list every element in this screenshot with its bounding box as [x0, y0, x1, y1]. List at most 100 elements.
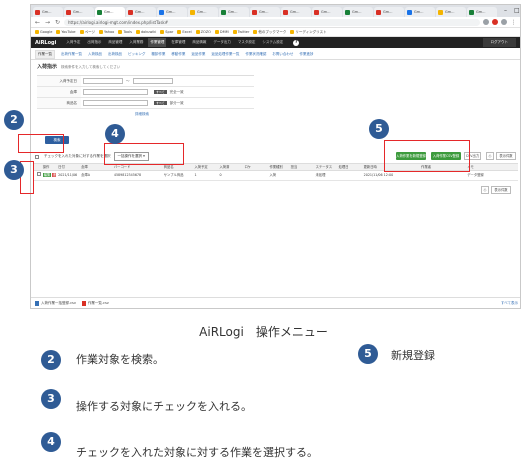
bookmark-item[interactable]: DMM [214, 30, 229, 34]
column-header[interactable]: 入荷済 [217, 164, 242, 170]
browser-tab[interactable]: Gm... [250, 7, 280, 17]
browser-tab[interactable]: Gm... [467, 7, 497, 17]
date-to-input[interactable] [132, 78, 173, 84]
match-tag[interactable]: すべて [154, 101, 167, 105]
maximize-icon[interactable]: □ [514, 7, 520, 14]
browser-tab[interactable]: Gm... [188, 7, 218, 17]
sub-tab[interactable]: 返品処理作業一覧 [211, 52, 239, 57]
edit-button[interactable]: 編集 [42, 173, 52, 177]
nav-menu-item[interactable]: 商品管理 [106, 38, 124, 47]
sub-tab[interactable]: 作業進捗 [299, 52, 313, 57]
sub-tab[interactable]: 作業状況確認 [245, 52, 266, 57]
nav-menu-item[interactable]: 商品情報 [190, 38, 208, 47]
bookmark-item[interactable]: Google [35, 30, 52, 34]
browser-tab[interactable]: Gm... [33, 7, 63, 17]
minimize-icon[interactable]: – [504, 7, 507, 14]
download-name: 作業一覧.csv [87, 301, 109, 305]
bookmark-label: Yahoo [104, 30, 115, 34]
user-menu[interactable]: ログアウト [482, 38, 516, 47]
bookmark-item[interactable]: YouTube [56, 30, 76, 34]
column-header[interactable]: 処理日 [337, 164, 362, 170]
browser-tab[interactable]: Gm... [405, 7, 435, 17]
tab-title: Gm... [290, 10, 300, 14]
print-icon[interactable]: ⎙ [486, 152, 494, 160]
match-mode: 完全一致 [169, 89, 184, 94]
tab-title: Gm... [352, 10, 362, 14]
download-item[interactable]: 入荷作業一括登録.csv [35, 301, 76, 306]
column-header[interactable]: 担当 [289, 164, 314, 170]
browser-tab[interactable]: Gm... [374, 7, 404, 17]
bookmark-item[interactable]: dokuwiki [135, 30, 156, 34]
table-row[interactable]: 編集削除2021/11/06倉庫A 4589812345678 サンプル商品 1 0 入荷… [33, 171, 518, 181]
download-item[interactable]: 作業一覧.csv [81, 301, 109, 306]
app-logo[interactable]: AiRLogi [35, 40, 56, 46]
bookmark-item[interactable]: リーディングリスト [290, 30, 327, 35]
browser-tab[interactable]: Gm... [312, 7, 342, 17]
sub-tab[interactable]: お問い合わせ [272, 52, 293, 57]
column-header[interactable]: 日付 [56, 164, 79, 170]
per-page-select[interactable]: 表示件数 [496, 152, 516, 160]
warehouse-input[interactable] [83, 89, 148, 95]
bookmark-item[interactable]: ページ [79, 30, 95, 35]
nav-menu-item[interactable]: 入荷予定 [64, 38, 82, 47]
bookmark-item[interactable]: Yahoo [99, 30, 114, 34]
per-page-select[interactable]: 表示件数 [491, 186, 511, 194]
sub-tab[interactable]: 作業一覧 [35, 50, 55, 59]
print-icon[interactable]: ⎙ [481, 186, 489, 194]
column-header[interactable]: 入荷予定 [192, 164, 217, 170]
nav-menu-item[interactable]: 在庫管理 [169, 38, 187, 47]
show-all-downloads-link[interactable]: すべて表示 [501, 301, 518, 306]
bookmark-item[interactable]: 他のブックマーク [253, 30, 286, 35]
profile-avatar[interactable] [501, 19, 507, 25]
select-all-checkbox[interactable] [35, 154, 39, 159]
browser-tab[interactable]: Gm... [64, 7, 94, 17]
sub-tab[interactable]: ピッキング [128, 52, 145, 57]
extension-icon[interactable] [483, 19, 489, 25]
sub-tab[interactable]: 入荷検品 [88, 52, 102, 57]
bookmark-item[interactable]: Spar [160, 30, 173, 34]
column-header[interactable]: ステータス [314, 164, 337, 170]
browser-tab[interactable]: Gm... [436, 7, 466, 17]
bookmark-item[interactable]: Excel [177, 30, 192, 34]
sub-tab[interactable]: 棚卸作業 [151, 52, 165, 57]
extension-icon[interactable] [492, 19, 498, 25]
tab-favicon-icon [252, 9, 257, 15]
nav-menu-item[interactable]: 入荷業務 [127, 38, 145, 47]
reload-icon[interactable]: ↻ [54, 19, 61, 26]
legend-marker-4: 4 [41, 432, 61, 452]
product-input[interactable] [83, 100, 148, 106]
column-header[interactable]: メモ [465, 164, 518, 170]
nav-menu-item[interactable]: マスタ設定 [236, 38, 258, 47]
column-header[interactable]: ロケ [242, 164, 267, 170]
advanced-search-link[interactable]: 詳細検索 [135, 112, 149, 117]
browser-tab[interactable]: Gm... [95, 7, 125, 17]
browser-tab[interactable]: Gm... [126, 7, 156, 17]
sub-tab[interactable]: 移動作業 [171, 52, 185, 57]
browser-tab[interactable]: Gm... [343, 7, 373, 17]
more-menu-icon[interactable]: ⋮ [510, 19, 517, 26]
column-header[interactable]: 操作 [41, 164, 56, 170]
sub-tab[interactable]: 出荷作業一覧 [61, 52, 82, 57]
bookmark-label: YouTube [61, 30, 76, 34]
match-tag[interactable]: すべて [154, 90, 167, 94]
url-field[interactable]: https://airlogi.airlogi-mgt.com/index.ph… [64, 18, 480, 26]
bookmark-icon [135, 30, 140, 34]
forward-icon[interactable]: → [44, 19, 51, 26]
nav-menu-item[interactable]: 出荷指示 [85, 38, 103, 47]
help-icon[interactable]: ? [293, 39, 300, 46]
browser-tab[interactable]: Gm... [219, 7, 249, 17]
bookmark-item[interactable]: ZOZO [195, 30, 211, 34]
browser-tab[interactable]: Gm... [157, 7, 187, 17]
nav-menu-item[interactable]: システム設定 [260, 38, 285, 47]
bookmark-icon [56, 30, 61, 34]
nav-menu-item[interactable]: 作業管理 [148, 38, 167, 47]
date-from-input[interactable] [83, 78, 123, 84]
bookmark-item[interactable]: Tools [118, 30, 132, 34]
browser-tab[interactable]: Gm... [281, 7, 311, 17]
sub-tab[interactable]: 返品作業 [191, 52, 205, 57]
back-icon[interactable]: ← [34, 19, 41, 26]
nav-menu-item[interactable]: データ出力 [211, 38, 233, 47]
bookmark-item[interactable]: Twitter [232, 30, 249, 34]
column-header[interactable]: 作業種別 [267, 164, 288, 170]
sub-tab[interactable]: 出荷検品 [108, 52, 122, 57]
